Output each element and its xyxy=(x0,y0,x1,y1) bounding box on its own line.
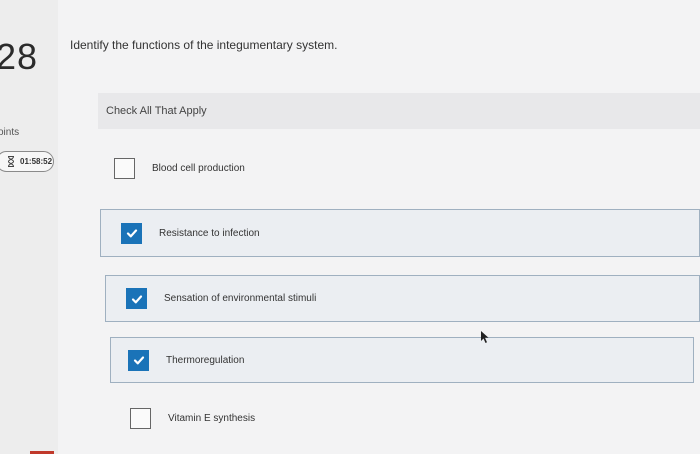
option-checkbox[interactable] xyxy=(130,407,151,429)
option-checkbox[interactable] xyxy=(128,349,149,371)
instruction-bar: Check All That Apply xyxy=(98,93,700,129)
mouse-pointer-icon xyxy=(481,331,489,343)
checkmark-icon xyxy=(126,229,137,238)
option-label: Sensation of environmental stimuli xyxy=(164,293,317,304)
checkmark-icon xyxy=(131,294,142,303)
left-rail: 28 oints 01:58:52 xyxy=(0,0,58,454)
option-label: Blood cell production xyxy=(152,162,245,174)
timer-text: 01:58:52 xyxy=(20,157,53,166)
option-checkbox[interactable] xyxy=(114,157,135,179)
option-checkbox[interactable] xyxy=(121,222,142,244)
option-vitamin-e-synthesis[interactable]: Vitamin E synthesis xyxy=(130,405,630,431)
option-checkbox[interactable] xyxy=(126,288,147,309)
hourglass-icon xyxy=(7,156,15,167)
points-label: oints xyxy=(0,127,20,138)
question-number: 28 xyxy=(0,36,39,77)
question-prompt: Identify the functions of the integument… xyxy=(70,38,338,52)
option-sensation-of-environmental-stimuli[interactable]: Sensation of environmental stimuli xyxy=(105,275,700,322)
option-label: Thermoregulation xyxy=(166,354,245,366)
option-resistance-to-infection[interactable]: Resistance to infection xyxy=(100,209,700,257)
option-blood-cell-production[interactable]: Blood cell production xyxy=(114,155,614,181)
option-label: Vitamin E synthesis xyxy=(168,412,256,424)
instruction-text: Check All That Apply xyxy=(106,105,207,117)
checkmark-icon xyxy=(133,356,144,365)
option-label: Resistance to infection xyxy=(159,227,260,239)
option-thermoregulation[interactable]: Thermoregulation xyxy=(110,337,694,383)
timer-badge: 01:58:52 xyxy=(0,151,54,172)
